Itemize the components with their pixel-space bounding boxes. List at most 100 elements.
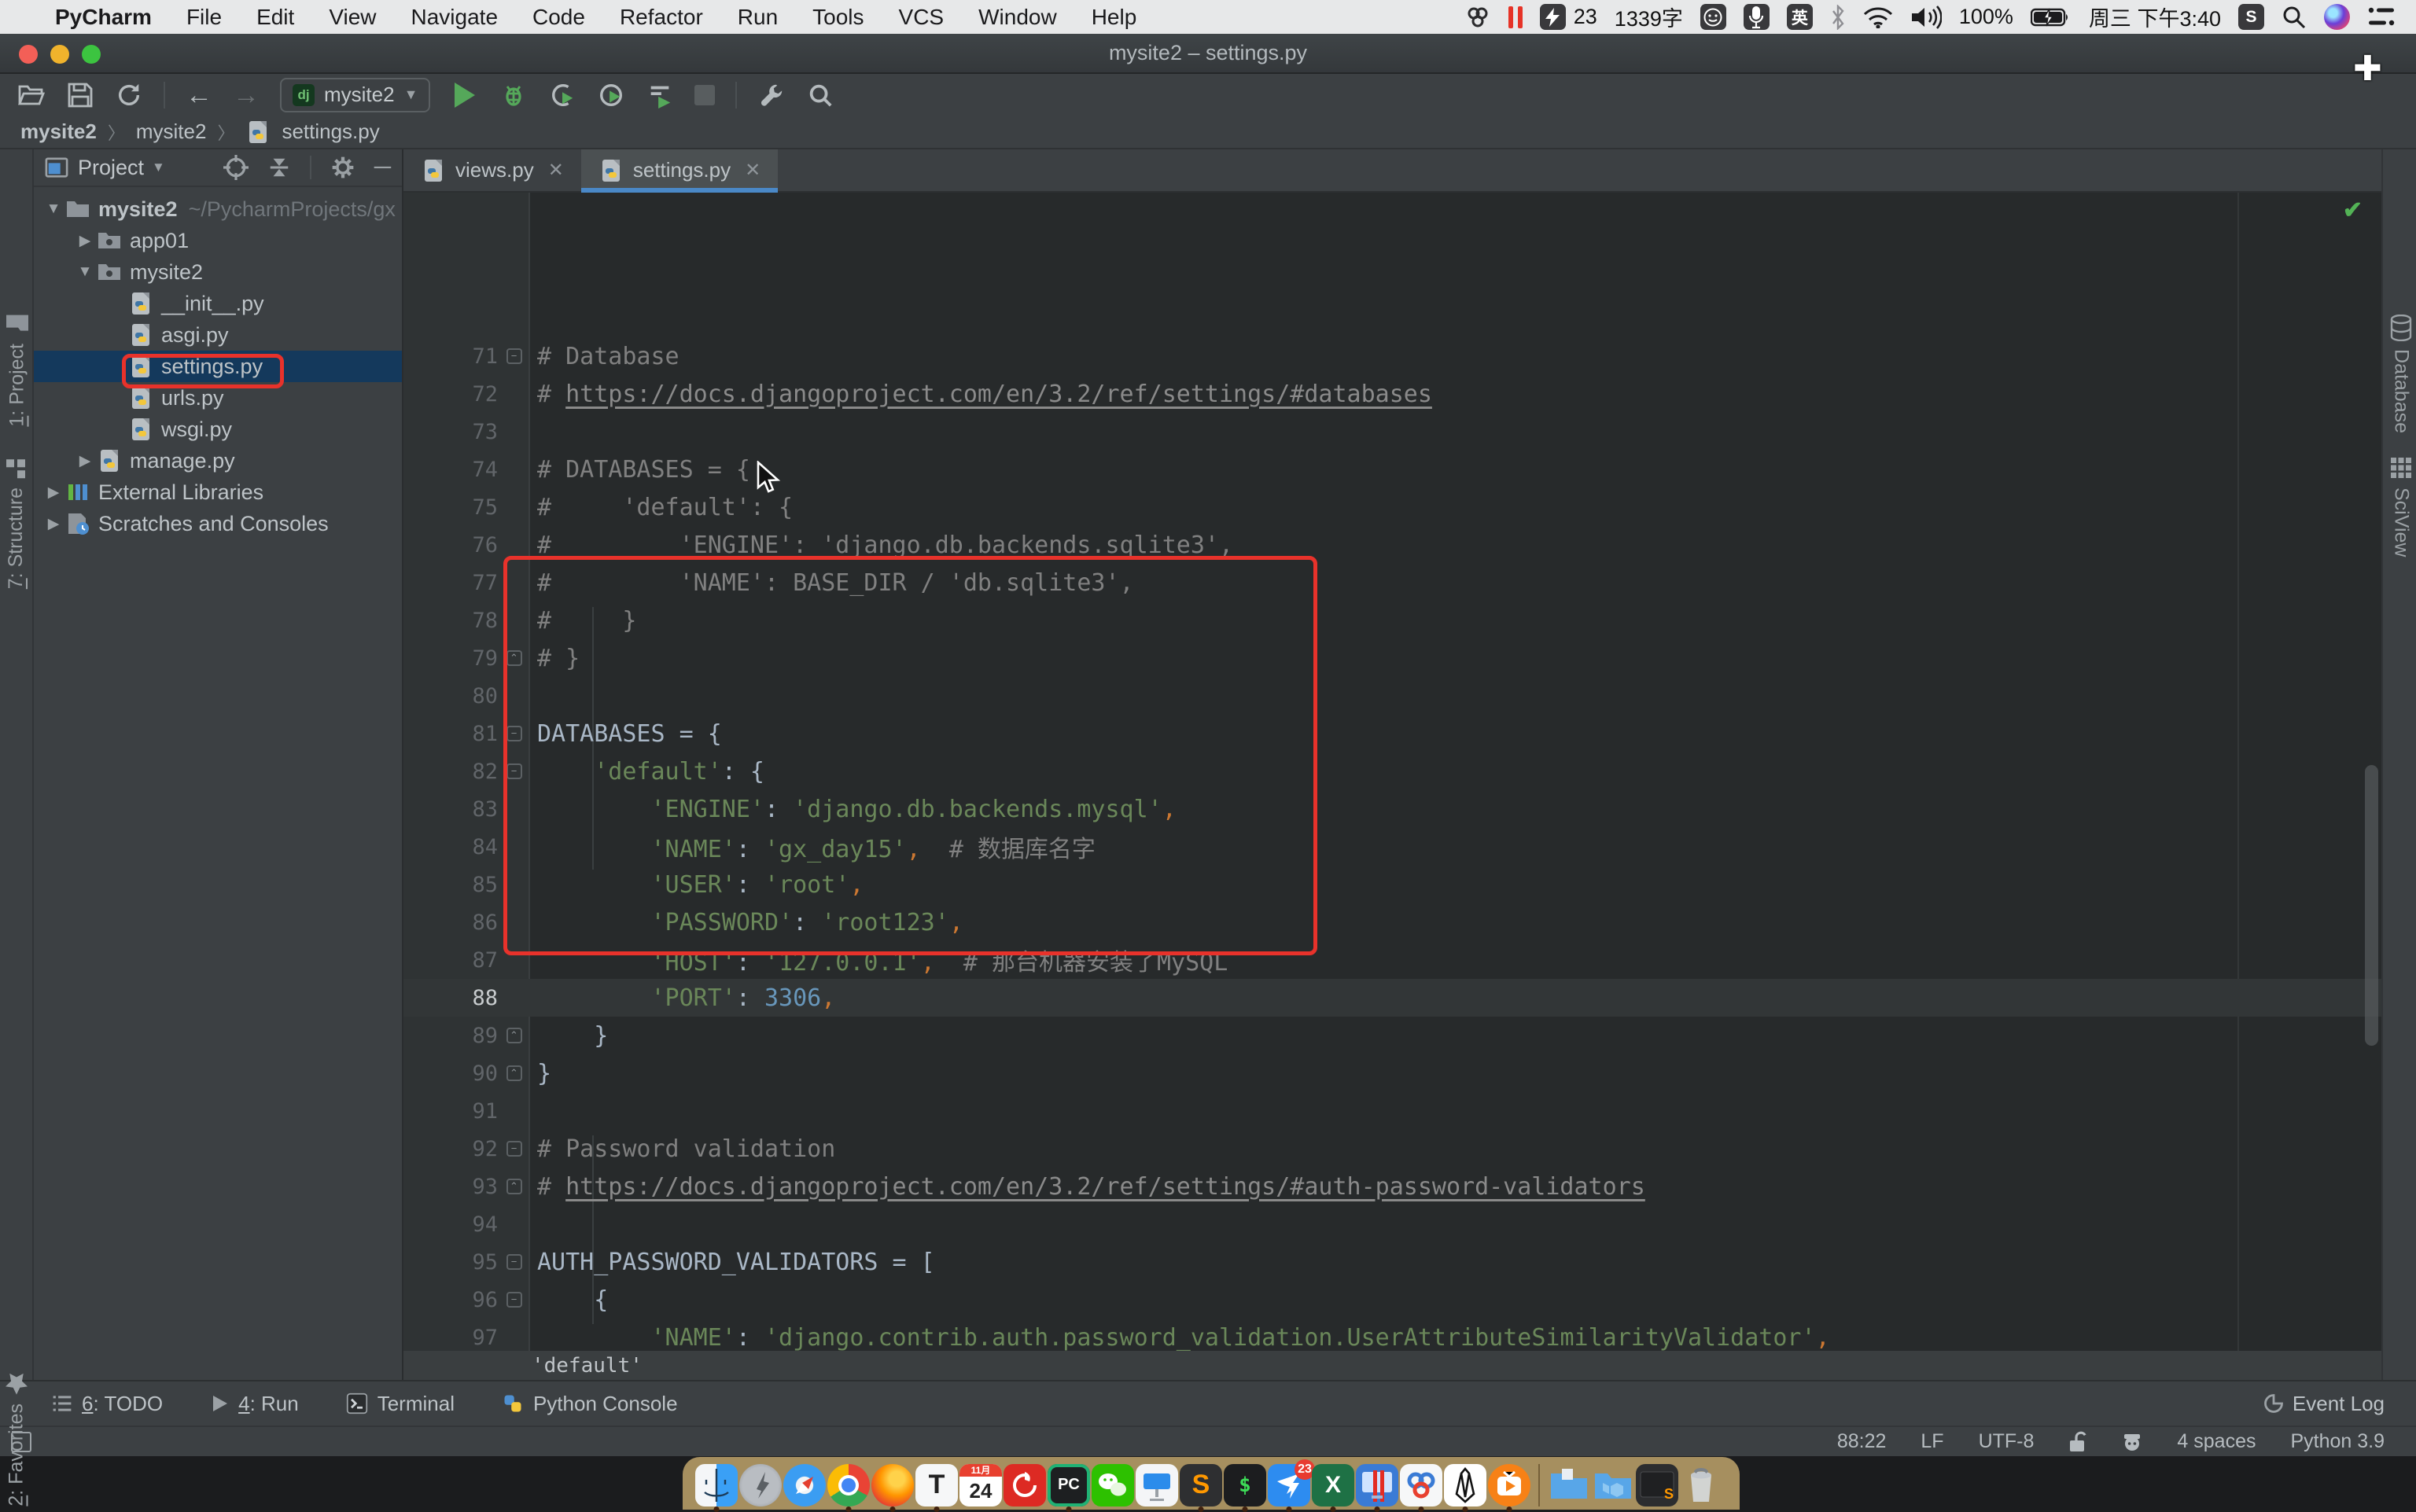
fold-end-icon[interactable]: ⌃ bbox=[506, 1028, 522, 1043]
menu-item-view[interactable]: View bbox=[329, 5, 376, 29]
tree-closed-arrow-icon[interactable]: ▶ bbox=[73, 452, 97, 470]
control-center-icon[interactable] bbox=[2367, 6, 2396, 29]
profiler-button[interactable] bbox=[597, 81, 625, 109]
smiley-status-icon[interactable] bbox=[1700, 4, 1726, 30]
fold-start-icon[interactable]: − bbox=[506, 1254, 522, 1270]
fold-start-icon[interactable]: − bbox=[506, 763, 522, 779]
tree-closed-arrow-icon[interactable]: ▶ bbox=[42, 484, 65, 502]
battery-icon[interactable] bbox=[2031, 6, 2072, 28]
menu-item-edit[interactable]: Edit bbox=[256, 5, 294, 29]
status-text[interactable]: 1339字 bbox=[1615, 2, 1683, 32]
hide-panel-icon[interactable]: ─ bbox=[374, 154, 391, 181]
todo-tool-button[interactable]: 6: TODO bbox=[52, 1392, 163, 1416]
shottr-status-icon[interactable]: S bbox=[2238, 4, 2264, 30]
spotlight-icon[interactable] bbox=[2282, 5, 2307, 30]
collapse-all-icon[interactable] bbox=[267, 156, 291, 179]
close-tab-icon[interactable]: ✕ bbox=[548, 159, 564, 182]
close-window-button[interactable] bbox=[19, 45, 38, 64]
project-view-selector[interactable]: Project bbox=[78, 156, 144, 180]
menu-item-file[interactable]: File bbox=[186, 5, 222, 29]
fold-start-icon[interactable]: − bbox=[506, 1292, 522, 1308]
tree-item--init-py[interactable]: __init__.py bbox=[34, 288, 402, 319]
mic-status-icon[interactable] bbox=[1744, 4, 1770, 30]
save-all-icon[interactable] bbox=[66, 81, 94, 109]
fold-start-icon[interactable]: − bbox=[506, 348, 522, 364]
encoding-indicator[interactable]: UTF-8 bbox=[1979, 1430, 2035, 1453]
menu-item-help[interactable]: Help bbox=[1092, 5, 1137, 29]
python-console-tool-button[interactable]: Python Console bbox=[502, 1392, 678, 1416]
dock-folder-apps-icon[interactable] bbox=[1592, 1464, 1634, 1506]
stripe-tab-database[interactable]: Database bbox=[2389, 315, 2413, 433]
bluetooth-icon[interactable] bbox=[1830, 5, 1846, 30]
menu-item-window[interactable]: Window bbox=[978, 5, 1057, 29]
interpreter-indicator[interactable]: Python 3.9 bbox=[2290, 1430, 2385, 1453]
menu-item-vcs[interactable]: VCS bbox=[899, 5, 945, 29]
stop-button[interactable] bbox=[694, 85, 715, 105]
wifi-icon[interactable] bbox=[1863, 6, 1893, 28]
caret-position[interactable]: 88:22 bbox=[1837, 1430, 1887, 1453]
stripe-tab-project[interactable]: 1: Project bbox=[5, 311, 30, 427]
menu-item-run[interactable]: Run bbox=[738, 5, 778, 29]
breadcrumb-package[interactable]: mysite2 bbox=[136, 120, 207, 144]
fold-start-icon[interactable]: − bbox=[506, 1141, 522, 1157]
dock-dingtalk-icon[interactable]: 23 bbox=[1268, 1464, 1310, 1506]
forward-arrow-icon[interactable]: → bbox=[233, 82, 260, 109]
dock-launchpad-icon[interactable] bbox=[739, 1464, 782, 1506]
highlighting-level-icon[interactable] bbox=[2122, 1431, 2142, 1453]
siri-icon[interactable] bbox=[2324, 4, 2350, 30]
terminal-tool-button[interactable]: Terminal bbox=[346, 1392, 455, 1416]
sync-refresh-icon[interactable] bbox=[115, 81, 143, 109]
dock-sublime-icon[interactable]: S bbox=[1180, 1464, 1222, 1506]
tree-item-settings-py[interactable]: settings.py bbox=[34, 351, 402, 382]
dock-keynote-icon[interactable] bbox=[1136, 1464, 1178, 1506]
thunder-status-icon[interactable]: 23 bbox=[1540, 4, 1597, 30]
breadcrumb-file[interactable]: settings.py bbox=[282, 120, 379, 144]
volume-icon[interactable] bbox=[1910, 6, 1942, 29]
tree-item-wsgi-py[interactable]: wsgi.py bbox=[34, 414, 402, 445]
menu-item-code[interactable]: Code bbox=[532, 5, 585, 29]
event-log-button[interactable]: Event Log bbox=[2263, 1392, 2385, 1416]
dock-chrome-icon[interactable] bbox=[827, 1464, 870, 1506]
tree-item-asgi-py[interactable]: asgi.py bbox=[34, 319, 402, 351]
dock-trash-icon[interactable] bbox=[1680, 1464, 1722, 1506]
status-text[interactable]: 周三 下午3:40 bbox=[2089, 2, 2221, 32]
indent-indicator[interactable]: 4 spaces bbox=[2177, 1430, 2256, 1453]
tree-closed-arrow-icon[interactable]: ▶ bbox=[73, 232, 97, 250]
input-status-icon[interactable]: 英 bbox=[1787, 4, 1813, 30]
tree-item-external-libraries[interactable]: ▶External Libraries bbox=[34, 476, 402, 508]
dock-sublime-window-icon[interactable]: S bbox=[1636, 1464, 1678, 1506]
editor-tab-settings-py[interactable]: settings.py✕ bbox=[581, 149, 778, 191]
tree-closed-arrow-icon[interactable]: ▶ bbox=[42, 515, 65, 533]
zoom-window-button[interactable] bbox=[82, 45, 101, 64]
fold-end-icon[interactable]: ⌃ bbox=[506, 650, 522, 666]
locate-file-icon[interactable] bbox=[223, 155, 249, 180]
dock-firefox-icon[interactable] bbox=[871, 1464, 914, 1506]
dock-netease-music-icon[interactable] bbox=[1004, 1464, 1046, 1506]
tree-item-urls-py[interactable]: urls.py bbox=[34, 382, 402, 414]
dock-wechat-icon[interactable] bbox=[1092, 1464, 1134, 1506]
menu-item-refactor[interactable]: Refactor bbox=[620, 5, 703, 29]
debug-button[interactable] bbox=[499, 81, 528, 109]
gear-icon[interactable] bbox=[330, 155, 355, 180]
dock-typora-icon[interactable]: T bbox=[915, 1464, 958, 1506]
dock-excel-icon[interactable]: X bbox=[1312, 1464, 1354, 1506]
dock-calendar-icon[interactable]: 11月24 bbox=[959, 1464, 1002, 1506]
run-with-params-button[interactable] bbox=[646, 81, 674, 109]
dock-tie-app-icon[interactable] bbox=[1444, 1464, 1486, 1506]
tree-open-arrow-icon[interactable]: ▼ bbox=[42, 200, 65, 218]
menu-item-navigate[interactable]: Navigate bbox=[411, 5, 499, 29]
status-text[interactable]: 100% bbox=[1959, 5, 2013, 29]
recording-indicator-icon[interactable] bbox=[1508, 6, 1523, 28]
dock-terminal-icon[interactable]: $ bbox=[1224, 1464, 1266, 1506]
dock-finder-icon[interactable] bbox=[695, 1464, 738, 1506]
open-folder-icon[interactable] bbox=[17, 81, 46, 109]
fold-end-icon[interactable]: ⌃ bbox=[506, 1179, 522, 1194]
run-tool-button[interactable]: 4: Run bbox=[210, 1392, 299, 1416]
stripe-tab-favorites[interactable]: 2: Favorites bbox=[5, 1372, 28, 1506]
dock-omni-circles-icon[interactable] bbox=[1400, 1464, 1442, 1506]
wrench-settings-icon[interactable] bbox=[757, 81, 786, 109]
dock-folder-downloads-icon[interactable] bbox=[1548, 1464, 1590, 1506]
tree-item-mysite2[interactable]: ▼mysite2 bbox=[34, 256, 402, 288]
tree-open-arrow-icon[interactable]: ▼ bbox=[73, 263, 97, 281]
dock-safari-icon[interactable] bbox=[783, 1464, 826, 1506]
